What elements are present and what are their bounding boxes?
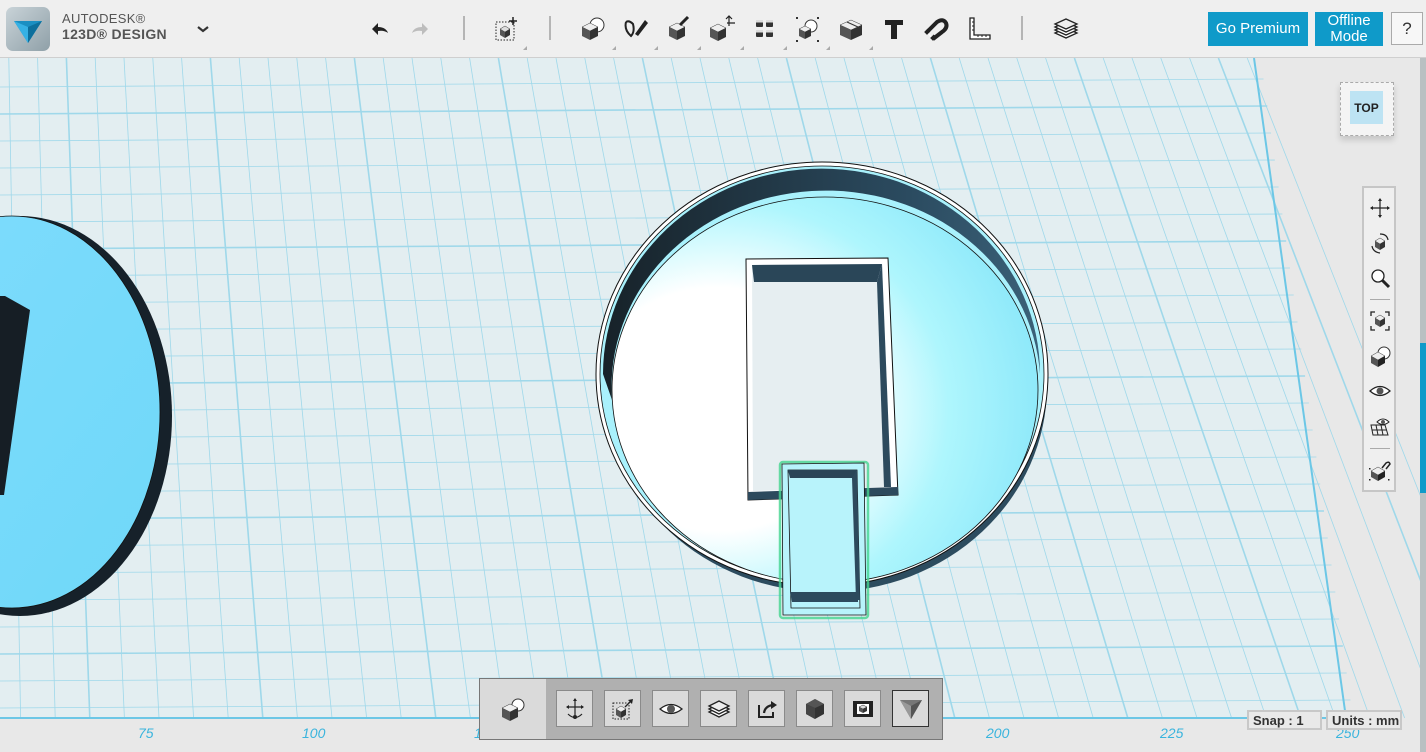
primitives-icon[interactable] [578,14,608,44]
view-mode-icon[interactable] [1368,344,1392,368]
submenu-indicator [654,46,658,50]
grouping-icon[interactable] [793,14,823,44]
bottom-toolbar [479,678,943,740]
zoom-icon[interactable] [1368,266,1392,290]
nav-divider [1370,448,1390,449]
view-cube[interactable]: TOP [1340,82,1394,136]
toolbar-divider [549,16,551,40]
object-menu-button[interactable] [480,679,546,739]
navigation-bar [1362,186,1396,492]
toolbar-divider [1021,16,1023,40]
slice-button[interactable] [700,690,737,727]
pattern-icon[interactable] [750,14,780,44]
redo-icon[interactable] [406,14,436,44]
submenu-indicator [697,46,701,50]
object-icon [501,698,525,721]
side-panel-tab[interactable] [1420,58,1426,752]
modify-icon[interactable] [707,14,737,44]
export-button[interactable] [748,690,785,727]
sketch-icon[interactable] [621,14,651,44]
visibility-icon[interactable] [1368,379,1392,403]
text-icon[interactable] [879,14,909,44]
app-brand: AUTODESK® 123D® DESIGN [62,12,167,41]
combine-icon[interactable] [836,14,866,44]
hide-icon [658,703,683,714]
3d-viewport[interactable] [0,58,1426,752]
export-icon [757,700,777,718]
offline-mode-label-2: Mode [1330,28,1368,45]
units-indicator[interactable]: Units : mm [1326,710,1402,730]
screenshot-button[interactable] [844,690,881,727]
go-premium-button[interactable]: Go Premium [1208,12,1308,46]
selected-frame-object[interactable] [778,460,870,620]
move-icon [565,697,584,719]
brand-line2: 123D® DESIGN [62,26,167,42]
submenu-indicator [869,46,873,50]
nav-divider [1370,299,1390,300]
measure-icon[interactable] [964,14,994,44]
ruler-label: 100 [302,725,326,741]
orbit-icon[interactable] [1368,231,1392,255]
side-panel-toggle[interactable] [1420,343,1426,493]
submenu-indicator [523,46,527,50]
view-cube-top-face[interactable]: TOP [1350,91,1383,124]
transform-icon[interactable] [492,14,522,44]
offline-mode-button[interactable]: Offline Mode [1315,12,1383,46]
smart-scale-button[interactable] [604,690,641,727]
solid-button[interactable] [796,690,833,727]
ruler-label: 75 [138,725,154,741]
submenu-indicator [826,46,830,50]
offline-mode-label-1: Offline [1327,12,1371,29]
ruler-label: 225 [1160,725,1184,741]
material-icon[interactable] [1051,14,1081,44]
help-button[interactable]: ? [1391,12,1423,45]
app-logo-icon[interactable] [6,7,50,51]
pan-icon[interactable] [1368,196,1392,220]
logo-button[interactable] [892,690,929,727]
undo-icon[interactable] [364,14,394,44]
move-button[interactable] [556,690,593,727]
snap-indicator[interactable]: Snap : 1 [1247,710,1322,730]
submenu-indicator [783,46,787,50]
top-toolbar: AUTODESK® 123D® DESIGN Go Premium Offlin… [0,0,1426,58]
fit-icon[interactable] [1368,309,1392,333]
logo-icon [899,699,922,719]
smart-scale-icon [612,698,633,719]
solid-icon [805,698,824,719]
snap-materials-icon[interactable] [1368,458,1392,482]
brand-line1: AUTODESK® [62,11,146,26]
chevron-down-icon[interactable] [195,22,211,36]
slice-icon [707,699,730,718]
hide-button[interactable] [652,690,689,727]
submenu-indicator [612,46,616,50]
ruler-label: 200 [986,725,1010,741]
grid-visibility-icon[interactable] [1368,414,1392,438]
submenu-indicator [740,46,744,50]
construct-icon[interactable] [664,14,694,44]
toolbar-divider [463,16,465,40]
scene-canvas[interactable] [0,58,1426,752]
screenshot-icon [852,700,873,717]
snap-icon[interactable] [921,14,951,44]
